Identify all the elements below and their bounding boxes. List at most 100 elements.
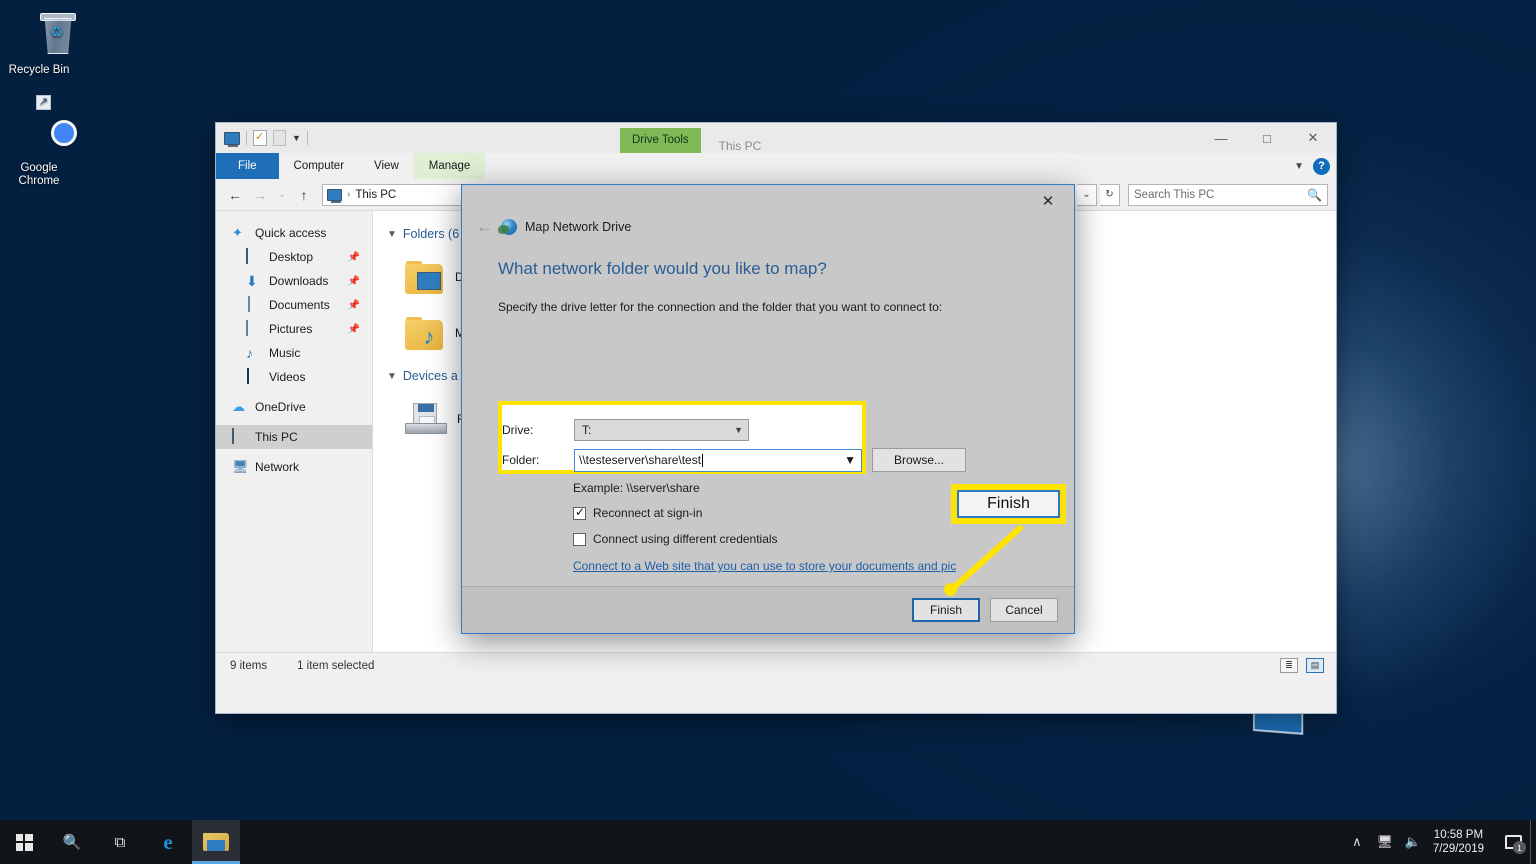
desktop-icon-label: Google Chrome <box>18 162 60 187</box>
search-input[interactable]: Search This PC 🔍 <box>1128 183 1328 206</box>
large-icons-view-icon[interactable]: ▤ <box>1306 658 1324 673</box>
system-tray[interactable]: ∧ 🖥 🔈 10:58 PM 7/29/2019 1 <box>1343 820 1536 864</box>
cancel-button[interactable]: Cancel <box>990 598 1058 622</box>
sidebar-item-label: Quick access <box>255 226 327 240</box>
customize-icon[interactable]: ▼ <box>292 133 301 143</box>
pin-icon[interactable]: 📌 <box>348 324 360 335</box>
breadcrumb-dropdown-icon[interactable]: ⌄ <box>1077 183 1097 206</box>
pin-icon[interactable]: 📌 <box>348 300 360 311</box>
start-button[interactable] <box>0 820 48 864</box>
taskbar[interactable]: 🔍 ⧉ e ∧ 🖥 🔈 10:58 PM 7/29/2019 1 <box>0 820 1536 864</box>
dialog-title: Map Network Drive <box>525 220 632 234</box>
clock-time: 10:58 PM <box>1433 829 1484 841</box>
reconnect-checkbox-label: Reconnect at sign-in <box>593 506 703 520</box>
status-item-count: 9 items <box>230 659 268 672</box>
chevron-down-icon[interactable]: ▼ <box>387 371 397 382</box>
minimize-button[interactable]: — <box>1198 123 1244 153</box>
ribbon-tab-bar[interactable]: File Computer View Manage ▼ ? <box>216 153 1336 179</box>
back-arrow-icon[interactable]: ← <box>476 217 493 237</box>
close-icon[interactable]: ✕ <box>1026 187 1070 215</box>
volume-muted-icon[interactable]: 🔈 <box>1399 820 1427 864</box>
map-network-drive-dialog[interactable]: ✕ ← Map Network Drive What network folde… <box>461 184 1075 634</box>
pin-icon[interactable]: 📌 <box>348 252 360 263</box>
search-icon[interactable]: 🔍 <box>1307 188 1322 202</box>
dialog-footer: Finish Cancel <box>462 586 1074 633</box>
taskbar-app-file-explorer[interactable] <box>192 820 240 864</box>
browse-button[interactable]: Browse... <box>872 448 966 472</box>
star-icon: ✦ <box>232 225 243 240</box>
taskbar-app-edge[interactable]: e <box>144 820 192 864</box>
chevron-down-icon[interactable]: ▼ <box>734 425 743 435</box>
back-button[interactable]: ← <box>224 184 246 206</box>
properties-icon[interactable] <box>253 130 267 146</box>
ribbon-tab-manage[interactable]: Manage <box>413 153 486 179</box>
up-button[interactable]: ↑ <box>293 184 315 206</box>
desktop-folder-icon <box>405 260 445 294</box>
maximize-button[interactable]: □ <box>1244 123 1290 153</box>
recent-locations-button[interactable]: ⌄ <box>274 184 290 206</box>
sidebar-item-desktop[interactable]: Desktop 📌 <box>216 245 372 269</box>
sidebar-item-quick-access[interactable]: ✦ Quick access <box>216 221 372 245</box>
example-text: Example: \\server\share <box>573 481 700 495</box>
status-selection: 1 item selected <box>297 659 375 672</box>
this-pc-icon[interactable] <box>224 131 240 147</box>
sidebar-item-onedrive[interactable]: ☁ OneDrive <box>216 395 372 419</box>
details-view-icon[interactable]: ≣ <box>1280 658 1298 673</box>
contextual-tab-drive-tools[interactable]: Drive Tools <box>620 128 701 153</box>
taskbar-search-button[interactable]: 🔍 <box>48 820 96 864</box>
help-icon[interactable]: ? <box>1313 157 1330 175</box>
new-folder-icon[interactable] <box>273 130 286 146</box>
clock[interactable]: 10:58 PM 7/29/2019 <box>1427 828 1496 856</box>
show-desktop-button[interactable] <box>1530 820 1536 864</box>
qat-divider <box>246 131 247 145</box>
navigation-pane[interactable]: ✦ Quick access Desktop 📌 ⬇ Downloads 📌 D… <box>216 211 373 652</box>
field-group[interactable]: Drive: T: ▼ Folder: \\testeserver\share\… <box>502 419 1002 479</box>
finish-button[interactable]: Finish <box>912 598 980 622</box>
sidebar-item-music[interactable]: ♪ Music <box>216 341 372 365</box>
drive-row[interactable]: Drive: T: ▼ <box>502 419 1002 441</box>
sidebar-item-videos[interactable]: Videos <box>216 365 372 389</box>
desktop-icon <box>246 248 262 265</box>
chevron-down-icon[interactable]: ▼ <box>844 453 856 467</box>
ribbon-tab-computer[interactable]: Computer <box>279 153 360 179</box>
sidebar-item-downloads[interactable]: ⬇ Downloads 📌 <box>216 269 372 293</box>
forward-button[interactable]: → <box>249 184 271 206</box>
connect-web-site-link[interactable]: Connect to a Web site that you can use t… <box>573 559 956 573</box>
window-controls[interactable]: — □ ✕ <box>1198 123 1336 153</box>
ribbon-tab-file[interactable]: File <box>216 153 279 179</box>
desktop-icon-recycle-bin[interactable]: ♻ Recycle Bin <box>0 10 78 77</box>
desktop-icon-google-chrome[interactable]: ↗ Google Chrome <box>0 95 78 188</box>
chevron-down-icon[interactable]: ▼ <box>387 229 397 240</box>
close-button[interactable]: ✕ <box>1290 123 1336 153</box>
folder-label: Folder: <box>502 453 540 467</box>
reconnect-checkbox-row[interactable]: Reconnect at sign-in <box>573 505 703 520</box>
sidebar-item-documents[interactable]: Documents 📌 <box>216 293 372 317</box>
sidebar-item-network[interactable]: 🖥 Network <box>216 455 372 479</box>
folder-row[interactable]: Folder: \\testeserver\share\test ▼ Brows… <box>502 448 1002 472</box>
sidebar-item-this-pc[interactable]: This PC <box>216 425 372 449</box>
this-pc-icon <box>327 188 342 203</box>
qat-divider-2 <box>306 131 308 145</box>
show-hidden-icons-chevron[interactable]: ∧ <box>1343 820 1371 864</box>
drive-select[interactable]: T: ▼ <box>574 419 749 441</box>
credentials-checkbox-row[interactable]: Connect using different credentials <box>573 532 778 546</box>
network-tray-icon[interactable]: 🖥 <box>1371 820 1399 864</box>
refresh-icon[interactable]: ↻ <box>1100 183 1120 206</box>
task-view-button[interactable]: ⧉ <box>96 820 144 864</box>
explorer-title-bar[interactable]: ▼ Drive Tools This PC — □ ✕ <box>216 123 1336 153</box>
sidebar-item-pictures[interactable]: Pictures 📌 <box>216 317 372 341</box>
onedrive-icon: ☁ <box>232 399 245 414</box>
microsoft-edge-icon: e <box>163 829 173 854</box>
reconnect-checkbox[interactable] <box>573 505 586 520</box>
quick-access-toolbar[interactable]: ▼ <box>216 130 308 147</box>
view-buttons[interactable]: ≣ ▤ <box>1280 658 1324 673</box>
credentials-checkbox[interactable] <box>573 532 586 546</box>
folder-input[interactable]: \\testeserver\share\test ▼ <box>574 448 862 472</box>
action-center-button[interactable]: 1 <box>1496 820 1530 864</box>
pictures-icon <box>246 320 262 337</box>
ribbon-tab-view[interactable]: View <box>359 153 414 179</box>
chevron-down-icon[interactable]: ▼ <box>1294 161 1304 172</box>
pin-icon[interactable]: 📌 <box>348 276 360 287</box>
breadcrumb-this-pc[interactable]: This PC <box>355 189 396 201</box>
sidebar-item-label: Desktop <box>269 250 314 264</box>
